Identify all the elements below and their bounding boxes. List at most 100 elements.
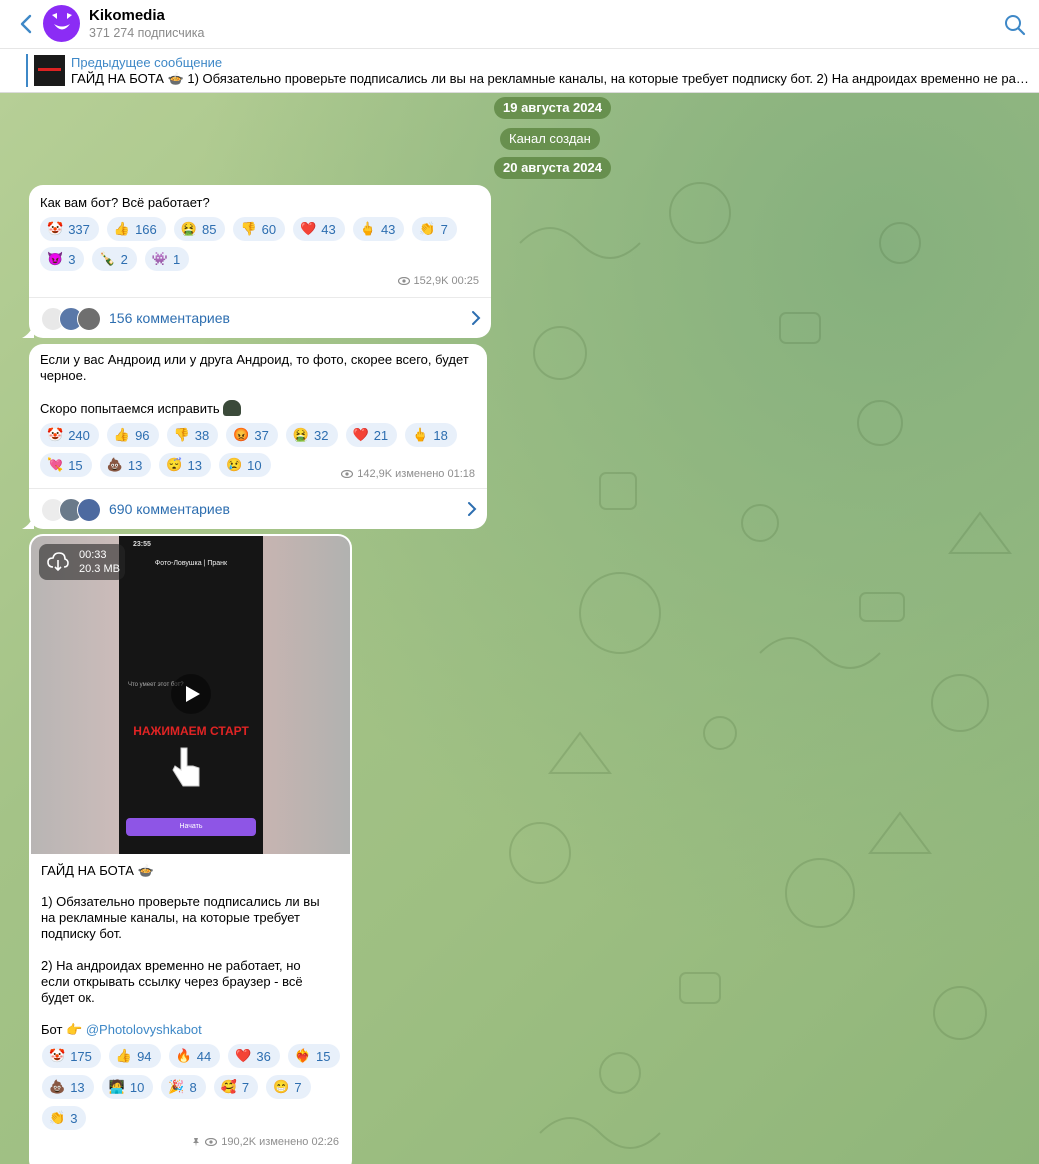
message-bubble[interactable]: 23:55 Фото-Ловушка | Пранк Что умеет это… bbox=[29, 534, 352, 1164]
reaction-chip[interactable]: 👎 38 bbox=[166, 423, 219, 447]
views-time: 152,9K 00:25 bbox=[413, 275, 479, 287]
pinned-indicator bbox=[26, 54, 28, 87]
reaction-count: 38 bbox=[194, 427, 210, 443]
comments-count: 690 комментариев bbox=[109, 501, 230, 517]
reaction-chip[interactable]: 👍 96 bbox=[106, 423, 159, 447]
reaction-emoji: 😢 bbox=[225, 457, 243, 472]
message-bubble[interactable]: Если у вас Андроид или у друга Андроид, … bbox=[22, 344, 487, 529]
reaction-chip[interactable]: 😈 3 bbox=[40, 247, 85, 271]
reaction-count: 32 bbox=[314, 427, 329, 443]
reaction-chip[interactable]: ❤️ 43 bbox=[293, 217, 345, 241]
views-eye-icon bbox=[397, 277, 410, 285]
smile-logo-icon bbox=[51, 12, 72, 29]
reaction-emoji: 😈 bbox=[47, 251, 64, 266]
message-bubble[interactable]: Как вам бот? Всё работает? 🤡 337 👍 166 🤮 85 👎 6… bbox=[22, 185, 491, 338]
reaction-chip[interactable]: 🖕 43 bbox=[352, 217, 405, 241]
reaction-chip[interactable]: 💩 13 bbox=[99, 453, 152, 477]
reaction-count: 8 bbox=[189, 1079, 197, 1095]
phone-clock: 23:55 bbox=[133, 541, 151, 548]
reaction-emoji: 🎉 bbox=[168, 1079, 185, 1094]
reaction-chip[interactable]: 👏 3 bbox=[42, 1106, 87, 1130]
reaction-emoji: 🤮 bbox=[180, 221, 197, 236]
reaction-chip[interactable]: 🥰 7 bbox=[213, 1075, 259, 1099]
reaction-chip[interactable]: 🖕 18 bbox=[405, 423, 457, 447]
reaction-emoji: ❤️ bbox=[352, 427, 369, 442]
reaction-chip[interactable]: 🎉 8 bbox=[161, 1075, 206, 1099]
comments-button[interactable]: 156 комментариев bbox=[29, 297, 491, 338]
reaction-chip[interactable]: 🧑‍💻 10 bbox=[101, 1075, 154, 1099]
search-icon[interactable] bbox=[1003, 13, 1027, 37]
reaction-chip[interactable]: 😢 10 bbox=[218, 453, 271, 477]
reaction-chip[interactable]: 😁 7 bbox=[266, 1075, 311, 1099]
reactions-list: 🤡 175 👍 94 🔥 44 ❤️ 36 ❤️‍🔥 15 💩 13 🧑‍💻 10 🎉 8 🥰 7 😁 7 👏 3 bbox=[42, 1044, 347, 1130]
reaction-emoji: 👎 bbox=[240, 221, 257, 236]
message-meta: 142,9K изменено 01:18 bbox=[341, 468, 475, 480]
reaction-chip[interactable]: 🍾 2 bbox=[92, 247, 137, 271]
message-text: Если у вас Андроид или у друга Андроид, … bbox=[40, 352, 469, 383]
pinned-message-bar[interactable]: Предыдущее сообщение ГАЙД НА БОТА 🍲 1) О… bbox=[0, 49, 1039, 93]
chat-header: Kikomedia 371 274 подписчика bbox=[0, 0, 1039, 49]
pin-icon bbox=[193, 1138, 200, 1147]
play-button[interactable] bbox=[171, 674, 211, 714]
reaction-chip[interactable]: 👍 166 bbox=[106, 217, 166, 241]
date-separator: 20 августа 2024 bbox=[494, 157, 611, 179]
reaction-count: 7 bbox=[294, 1079, 302, 1095]
avatar bbox=[77, 307, 101, 331]
reaction-chip[interactable]: ❤️ 36 bbox=[228, 1044, 280, 1068]
reaction-count: 15 bbox=[68, 457, 83, 473]
reaction-count: 10 bbox=[247, 457, 262, 473]
reaction-emoji: 👍 bbox=[113, 221, 131, 236]
reaction-chip[interactable]: 🤮 32 bbox=[285, 423, 338, 447]
message-text: Скоро попытаемся исправить bbox=[40, 400, 242, 417]
reaction-count: 13 bbox=[127, 457, 143, 473]
reaction-emoji: 🧑‍💻 bbox=[108, 1079, 125, 1094]
reaction-chip[interactable]: 👎 60 bbox=[233, 217, 286, 241]
message-meta: 152,9K 00:25 bbox=[397, 275, 479, 287]
video-duration: 00:33 bbox=[79, 549, 107, 561]
reaction-count: 337 bbox=[68, 221, 90, 237]
reaction-chip[interactable]: 🤡 337 bbox=[40, 217, 99, 241]
reaction-chip[interactable]: 💘 15 bbox=[40, 453, 92, 477]
reaction-emoji: 👍 bbox=[115, 1048, 133, 1063]
reaction-chip[interactable]: 🤮 85 bbox=[173, 217, 226, 241]
video-preview[interactable]: 23:55 Фото-Ловушка | Пранк Что умеет это… bbox=[31, 536, 350, 854]
bot-label: Бот 👉 bbox=[41, 1022, 83, 1037]
views-time: 190,2K изменено 02:26 bbox=[221, 1136, 339, 1148]
channel-title[interactable]: Kikomedia bbox=[89, 7, 165, 24]
reaction-chip[interactable]: 👏 7 bbox=[412, 217, 457, 241]
reaction-count: 43 bbox=[380, 221, 396, 237]
reaction-count: 13 bbox=[187, 457, 202, 473]
chat-area[interactable]: 19 августа 2024 Канал создан 20 августа … bbox=[0, 93, 1039, 1164]
download-badge[interactable]: 00:33 20.3 MB bbox=[39, 544, 125, 580]
comments-button[interactable]: 690 комментариев bbox=[29, 488, 487, 529]
reaction-chip[interactable]: 👾 1 bbox=[144, 247, 190, 271]
reaction-chip[interactable]: 🔥 44 bbox=[168, 1044, 221, 1068]
commenter-avatars bbox=[41, 307, 101, 331]
reaction-chip[interactable]: 👍 94 bbox=[108, 1044, 161, 1068]
avatar bbox=[77, 498, 101, 522]
reaction-emoji: 👏 bbox=[49, 1110, 66, 1125]
bot-line: Бот 👉 @Photolovyshkabot bbox=[41, 1022, 202, 1038]
date-separator: 19 августа 2024 bbox=[494, 97, 611, 119]
reaction-chip[interactable]: 💩 13 bbox=[42, 1075, 94, 1099]
channel-avatar[interactable] bbox=[43, 5, 80, 42]
reaction-chip[interactable]: ❤️ 21 bbox=[345, 423, 398, 447]
commenter-avatars bbox=[41, 498, 101, 522]
reaction-emoji: 😡 bbox=[233, 427, 250, 442]
reaction-emoji: ❤️‍🔥 bbox=[294, 1048, 312, 1063]
pinned-title: Предыдущее сообщение bbox=[71, 55, 223, 70]
reaction-chip[interactable]: 🤡 175 bbox=[42, 1044, 101, 1068]
reaction-chip[interactable]: 😡 37 bbox=[226, 423, 278, 447]
bot-link[interactable]: @Photolovyshkabot bbox=[86, 1022, 202, 1037]
reaction-count: 60 bbox=[261, 221, 277, 237]
reaction-count: 2 bbox=[120, 251, 128, 267]
views-eye-icon bbox=[205, 1138, 218, 1146]
comments-count: 156 комментариев bbox=[109, 310, 230, 326]
back-arrow-icon[interactable] bbox=[16, 12, 38, 36]
reaction-chip[interactable]: 😴 13 bbox=[159, 453, 211, 477]
reaction-count: 175 bbox=[70, 1048, 92, 1064]
reaction-chip[interactable]: ❤️‍🔥 15 bbox=[287, 1044, 340, 1068]
message-text-line: Скоро попытаемся исправить bbox=[40, 401, 220, 416]
reaction-chip[interactable]: 🤡 240 bbox=[40, 423, 99, 447]
message-paragraph: 1) Обязательно проверьте подписались ли … bbox=[41, 894, 320, 941]
